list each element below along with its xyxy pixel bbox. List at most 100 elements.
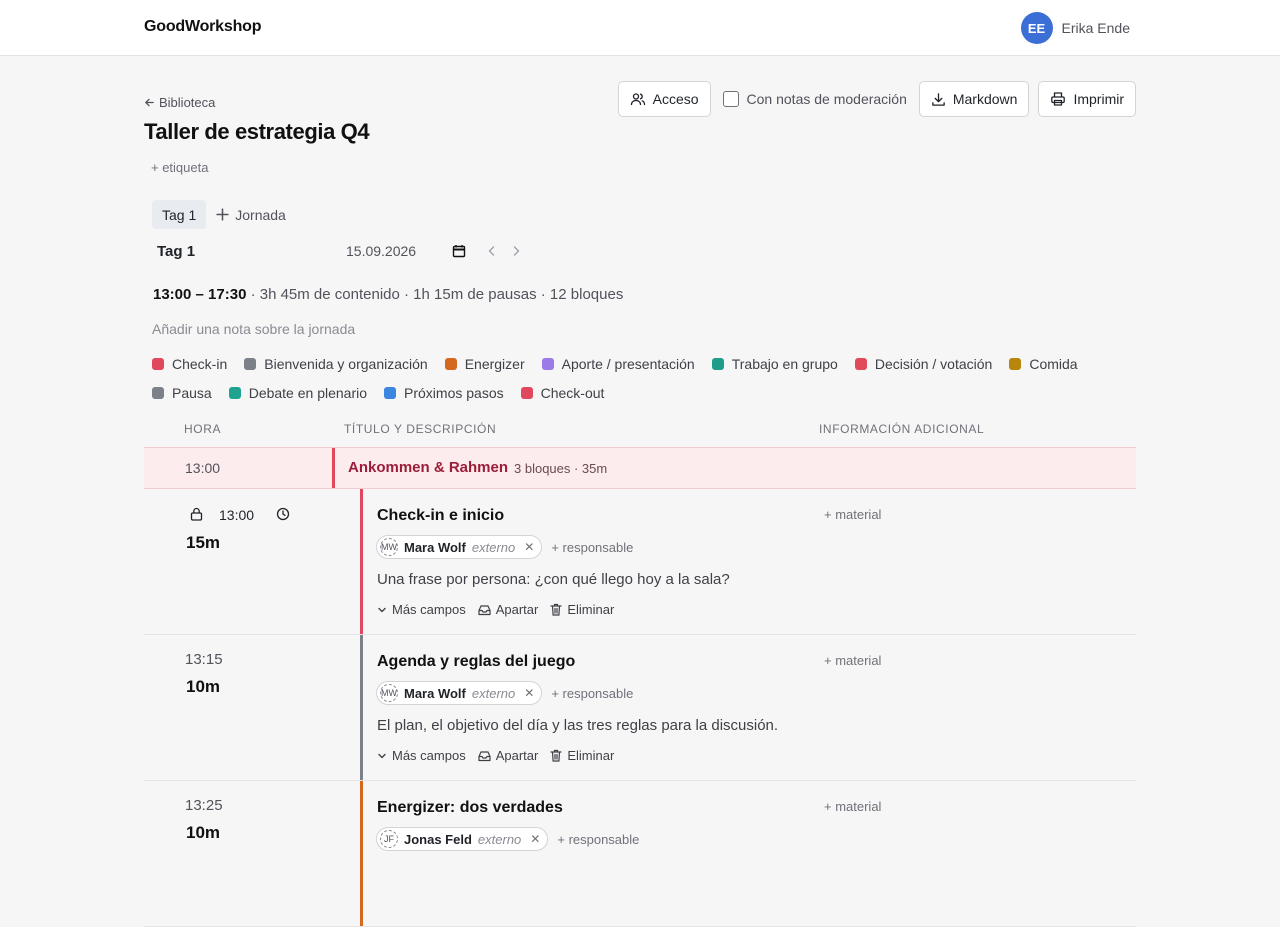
legend-item[interactable]: Comida <box>1009 356 1078 372</box>
add-responsible-button[interactable]: + responsable <box>551 686 633 701</box>
access-button-label: Acceso <box>652 91 699 107</box>
block-description[interactable]: Una frase por persona: ¿con qué llego ho… <box>377 571 730 588</box>
legend-item[interactable]: Trabajo en grupo <box>711 356 838 372</box>
legend-item[interactable]: Aporte / presentación <box>541 356 695 372</box>
toolbar: Acceso Con notas de moderación Markdown … <box>617 81 1136 117</box>
person-initials: MW <box>380 538 398 556</box>
add-responsible-button[interactable]: + responsable <box>557 832 639 847</box>
block-group-row[interactable]: 13:00 Ankommen & Rahmen 3 bloques · 35m <box>144 447 1136 489</box>
agenda-block[interactable]: 13:25 10m Energizer: dos verdades JF Jon… <box>144 781 1136 927</box>
tab-day-1[interactable]: Tag 1 <box>152 200 207 229</box>
access-button[interactable]: Acceso <box>617 81 711 117</box>
plus-icon <box>216 208 229 221</box>
lock-icon[interactable] <box>190 507 203 521</box>
legend-label: Próximos pasos <box>404 385 504 401</box>
swatch <box>152 358 164 370</box>
delete-button[interactable]: Eliminar <box>550 748 614 763</box>
add-material-button[interactable]: + material <box>824 507 881 522</box>
park-label: Apartar <box>495 748 539 763</box>
day-name-input[interactable]: Tag 1 <box>157 243 195 260</box>
moderation-checkbox[interactable] <box>722 91 739 107</box>
legend-item[interactable]: Bienvenida y organización <box>244 356 428 372</box>
user-name[interactable]: Erika Ende <box>1062 20 1130 36</box>
add-material-button[interactable]: + material <box>824 799 881 814</box>
add-day-button[interactable]: Jornada <box>216 207 286 223</box>
block-description[interactable]: El plan, el objetivo del día y las tres … <box>377 717 778 734</box>
page-title[interactable]: Taller de estrategia Q4 <box>144 119 370 145</box>
block-duration[interactable]: 15m <box>186 533 220 553</box>
remove-person-icon[interactable]: ✕ <box>521 686 534 700</box>
legend-item[interactable]: Pausa <box>152 385 212 401</box>
block-duration[interactable]: 10m <box>186 677 220 697</box>
legend-item[interactable]: Próximos pasos <box>384 385 504 401</box>
group-meta: 3 bloques · 35m <box>514 461 608 476</box>
legend-label: Aporte / presentación <box>561 356 695 372</box>
legend-label: Comida <box>1029 356 1078 372</box>
calendar-icon[interactable] <box>452 244 466 258</box>
person-initials: JF <box>380 830 398 848</box>
agenda-block[interactable]: 13:00 15m Check-in e inicio MW Mara Wolf… <box>144 489 1136 635</box>
app-brand[interactable]: GoodWorkshop <box>144 18 261 36</box>
trash-icon <box>550 749 562 762</box>
day-summary-text: · 3h 45m de contenido · 1h 15m de pausas… <box>246 286 624 303</box>
remove-person-icon[interactable]: ✕ <box>521 540 534 554</box>
remove-person-icon[interactable]: ✕ <box>527 832 540 846</box>
user-menu[interactable]: EE Erika Ende <box>1020 12 1130 44</box>
legend-item[interactable]: Check-out <box>520 385 604 401</box>
block-duration[interactable]: 10m <box>186 823 220 843</box>
block-title[interactable]: Agenda y reglas del juego <box>377 653 575 671</box>
trash-icon <box>550 603 562 616</box>
inbox-icon <box>478 604 491 615</box>
person-chip[interactable]: MW Mara Wolf externo ✕ <box>376 535 543 559</box>
legend-item[interactable]: Debate en plenario <box>228 385 367 401</box>
block-start-time[interactable]: 13:15 <box>185 651 223 668</box>
delete-label: Eliminar <box>567 602 615 617</box>
column-header-time: HORA <box>184 422 222 436</box>
swatch <box>444 358 457 370</box>
legend-item[interactable]: Energizer <box>444 356 525 372</box>
day-note-input[interactable]: Añadir una nota sobre la jornada <box>152 321 355 337</box>
moderation-notes-toggle[interactable]: Con notas de moderación <box>720 91 910 107</box>
block-start-time[interactable]: 13:00 <box>219 507 254 523</box>
avatar[interactable]: EE <box>1020 12 1053 44</box>
back-link-label: Biblioteca <box>159 95 216 110</box>
legend-item[interactable]: Check-in <box>152 356 227 372</box>
swatch <box>520 387 533 399</box>
park-button[interactable]: Apartar <box>478 748 539 763</box>
agenda-block[interactable]: 13:15 10m Agenda y reglas del juego MW M… <box>144 635 1136 781</box>
add-responsible-button[interactable]: + responsable <box>551 540 633 555</box>
clock-icon[interactable] <box>276 507 290 521</box>
chevron-down-icon <box>378 753 386 758</box>
moderation-label: Con notas de moderación <box>746 91 907 107</box>
park-label: Apartar <box>495 602 539 617</box>
block-start-time[interactable]: 13:25 <box>185 797 223 814</box>
legend-label: Energizer <box>464 356 525 372</box>
print-button[interactable]: Imprimir <box>1038 81 1136 117</box>
park-button[interactable]: Apartar <box>478 602 539 617</box>
swatch <box>244 358 257 370</box>
legend-item[interactable]: Decisión / votación <box>854 356 992 372</box>
more-fields-button[interactable]: Más campos <box>377 748 466 763</box>
block-color-bar <box>360 489 363 634</box>
add-tag-button[interactable]: + etiqueta <box>151 160 208 175</box>
person-chip[interactable]: JF Jonas Feld externo ✕ <box>376 827 549 851</box>
day-date-input[interactable]: 15.09.2026 <box>346 243 416 259</box>
block-title[interactable]: Check-in e inicio <box>377 507 504 525</box>
top-bar: GoodWorkshop EE Erika Ende <box>0 0 1280 56</box>
block-actions: Más campos Apartar Eliminar <box>377 602 614 617</box>
responsible-row: MW Mara Wolf externo ✕ + responsable <box>376 681 633 705</box>
day-tabs: Tag 1 Jornada <box>152 200 286 229</box>
block-title[interactable]: Energizer: dos verdades <box>377 799 563 817</box>
markdown-export-button[interactable]: Markdown <box>918 81 1030 117</box>
person-chip[interactable]: MW Mara Wolf externo ✕ <box>376 681 543 705</box>
chevron-left-icon[interactable] <box>487 245 497 257</box>
column-header-title: TÍTULO Y DESCRIPCIÓN <box>344 422 497 436</box>
back-link[interactable]: Biblioteca <box>144 95 215 110</box>
group-name[interactable]: Ankommen & Rahmen <box>348 459 508 476</box>
person-role: externo <box>471 685 516 701</box>
chevron-right-icon[interactable] <box>511 245 521 257</box>
day-time-range: 13:00 – 17:30 <box>153 286 247 303</box>
more-fields-button[interactable]: Más campos <box>377 602 466 617</box>
delete-button[interactable]: Eliminar <box>550 602 614 617</box>
add-material-button[interactable]: + material <box>824 653 881 668</box>
